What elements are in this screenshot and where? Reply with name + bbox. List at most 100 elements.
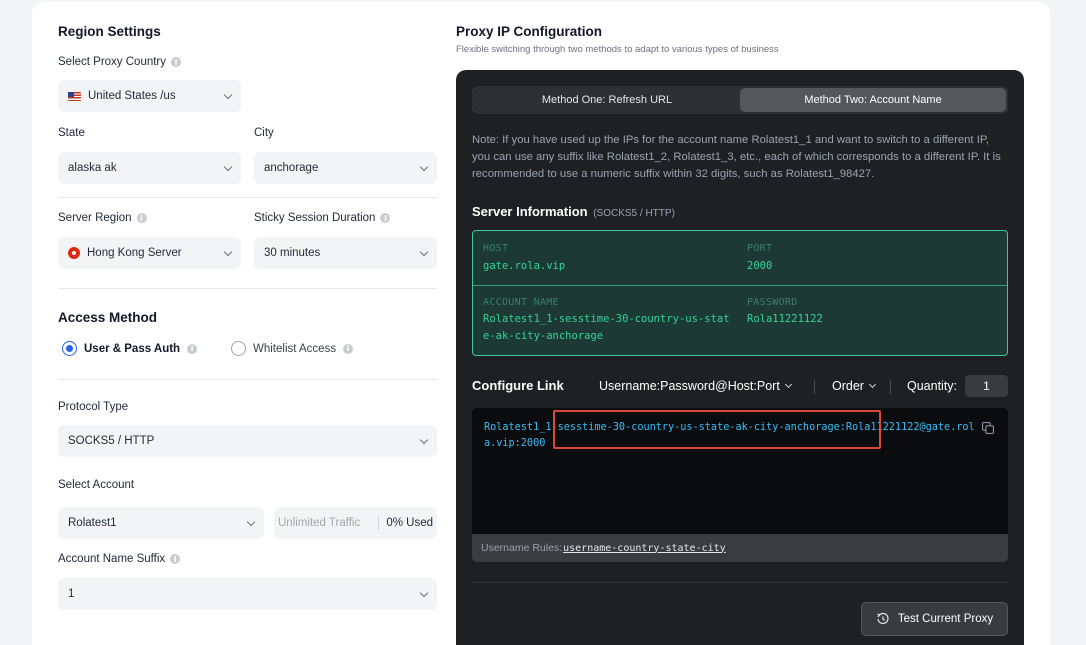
server-region-label: Server Region i <box>58 212 147 224</box>
country-label: Select Proxy Country i <box>58 56 182 68</box>
auth-option-whitelist[interactable]: Whitelist Access i <box>231 341 354 356</box>
username-rules: Username Rules: username-country-state-c… <box>472 534 1008 562</box>
suffix-label: Account Name Suffix i <box>58 553 181 565</box>
divider <box>58 288 437 289</box>
account-label: Select Account <box>58 479 135 491</box>
chevron-down-icon <box>246 517 256 526</box>
state-select[interactable]: alaska ak <box>58 152 241 184</box>
divider <box>814 380 815 394</box>
order-label: Order <box>832 379 864 393</box>
method-tabs: Method One: Refresh URL Method Two: Acco… <box>472 86 1008 114</box>
info-icon[interactable]: i <box>380 213 391 223</box>
host-key: HOST <box>483 243 509 254</box>
divider <box>378 516 380 530</box>
city-select[interactable]: anchorage <box>254 152 437 184</box>
chevron-down-icon <box>223 162 233 171</box>
format-dropdown[interactable]: Username:Password@Host:Port <box>599 379 792 393</box>
protocol-label: Protocol Type <box>58 401 129 413</box>
city-value: anchorage <box>264 162 319 174</box>
chevron-down-icon <box>419 435 429 444</box>
region-settings-title: Region Settings <box>58 24 161 39</box>
divider <box>58 197 437 198</box>
info-icon[interactable]: i <box>187 343 198 354</box>
configure-link-title: Configure Link <box>472 378 564 393</box>
test-proxy-label: Test Current Proxy <box>897 613 994 625</box>
sticky-value: 30 minutes <box>264 247 321 259</box>
traffic-placeholder: Unlimited Traffic <box>278 517 361 529</box>
server-region-label-text: Server Region <box>58 212 132 224</box>
chevron-down-icon <box>868 380 876 389</box>
host-value[interactable]: gate.rola.vip <box>483 258 565 275</box>
traffic-field: Unlimited Traffic 0% Used <box>274 507 437 539</box>
link-output-box: Rolatest1_1-sesstime-30-country-us-state… <box>472 408 1008 562</box>
rules-label: Username Rules: <box>481 542 563 554</box>
account-name-value[interactable]: Rolatest1_1-sesstime-30-country-us-state… <box>483 311 735 345</box>
country-value: United States /us <box>88 90 176 102</box>
rules-value: username-country-state-city <box>563 542 726 554</box>
server-info-title-text: Server Information <box>472 204 588 219</box>
protocol-value: SOCKS5 / HTTP <box>68 435 155 447</box>
hk-flag-icon <box>68 247 80 259</box>
city-label: City <box>254 127 274 139</box>
format-value: Username:Password@Host:Port <box>599 379 780 393</box>
proxy-config-title: Proxy IP Configuration <box>456 24 603 39</box>
password-value[interactable]: Rola11221122 <box>747 311 823 328</box>
divider <box>472 582 1008 583</box>
chevron-down-icon <box>419 247 429 256</box>
server-region-select[interactable]: Hong Kong Server <box>58 237 241 269</box>
server-info-title: Server Information (SOCKS5 / HTTP) <box>472 204 675 219</box>
chevron-down-icon <box>223 247 233 256</box>
info-icon[interactable]: i <box>170 554 181 564</box>
sticky-label: Sticky Session Duration i <box>254 212 391 224</box>
refresh-icon <box>877 612 889 625</box>
chevron-down-icon <box>784 380 792 389</box>
chevron-down-icon <box>419 162 429 171</box>
proxy-panel: Method One: Refresh URL Method Two: Acco… <box>456 70 1024 645</box>
state-value: alaska ak <box>68 162 117 174</box>
info-icon[interactable]: i <box>171 57 182 67</box>
copy-icon[interactable] <box>982 422 994 434</box>
quantity-input[interactable]: 1 <box>965 375 1008 397</box>
traffic-used: 0% Used <box>386 517 433 529</box>
whitelist-label: Whitelist Access <box>253 342 337 355</box>
tab-account-name[interactable]: Method Two: Account Name <box>740 88 1006 112</box>
account-value: Rolatest1 <box>68 517 117 529</box>
info-icon[interactable]: i <box>343 343 354 354</box>
server-info-subtitle: (SOCKS5 / HTTP) <box>593 208 675 219</box>
order-dropdown[interactable]: Order <box>832 379 876 393</box>
access-method-title: Access Method <box>58 310 158 325</box>
sticky-label-text: Sticky Session Duration <box>254 212 376 224</box>
divider <box>890 380 891 394</box>
suffix-select[interactable]: 1 <box>58 578 437 610</box>
suffix-label-text: Account Name Suffix <box>58 553 166 565</box>
sticky-select[interactable]: 30 minutes <box>254 237 437 269</box>
chevron-down-icon <box>223 90 233 99</box>
us-flag-icon <box>68 91 81 101</box>
country-label-text: Select Proxy Country <box>58 56 167 68</box>
state-label: State <box>58 127 85 139</box>
port-value[interactable]: 2000 <box>747 258 772 275</box>
info-icon[interactable]: i <box>136 213 147 223</box>
protocol-select[interactable]: SOCKS5 / HTTP <box>58 425 437 457</box>
server-info-box: HOST gate.rola.vip PORT 2000 ACCOUNT NAM… <box>472 230 1008 356</box>
server-region-value: Hong Kong Server <box>87 247 182 259</box>
test-proxy-button[interactable]: Test Current Proxy <box>861 602 1008 636</box>
proxy-config-subtitle: Flexible switching through two methods t… <box>456 44 779 55</box>
divider <box>473 285 1007 286</box>
userpass-label: User & Pass Auth <box>84 342 181 355</box>
generated-link[interactable]: Rolatest1_1-sesstime-30-country-us-state… <box>484 420 976 452</box>
account-name-key: ACCOUNT NAME <box>483 297 559 308</box>
switch-note: Note: If you have used up the IPs for th… <box>472 134 1001 180</box>
tab-refresh-url[interactable]: Method One: Refresh URL <box>474 88 740 112</box>
radio-unselected[interactable] <box>231 341 246 356</box>
quantity-label: Quantity: <box>907 379 958 393</box>
account-select[interactable]: Rolatest1 <box>58 507 264 539</box>
divider <box>58 379 437 380</box>
auth-option-userpass[interactable]: User & Pass Auth i <box>62 341 198 356</box>
password-key: PASSWORD <box>747 297 798 308</box>
chevron-down-icon <box>419 588 429 597</box>
suffix-value: 1 <box>68 588 75 600</box>
radio-selected[interactable] <box>62 341 77 356</box>
country-select[interactable]: United States /us <box>58 80 241 112</box>
port-key: PORT <box>747 243 773 254</box>
